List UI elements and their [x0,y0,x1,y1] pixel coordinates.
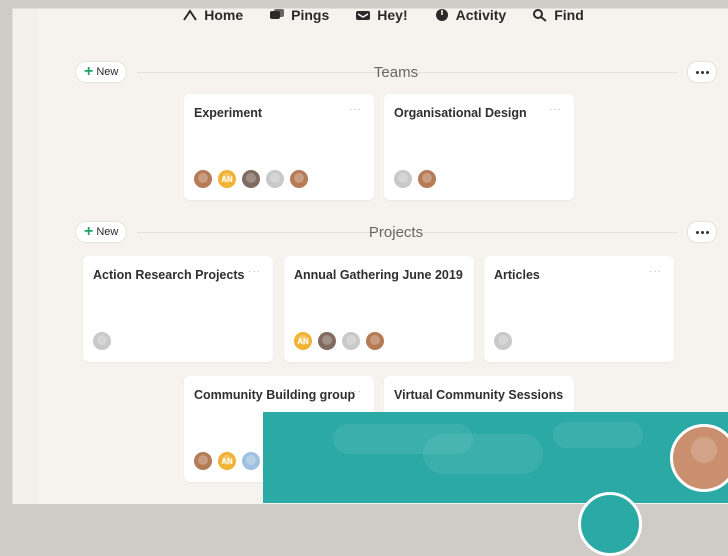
card-menu-icon[interactable]: ··· [248,266,261,277]
nav-hey[interactable]: Hey! [355,8,408,23]
map-shape [553,422,643,448]
avatar [494,332,512,350]
project-card-title: Articles [494,268,540,282]
presenter-avatar [670,424,728,492]
project-card-title: Action Research Projects [93,268,245,282]
avatar [194,170,212,188]
video-overlay [263,412,728,556]
team-card-title: Experiment [194,106,263,120]
project-card-annual-gathering[interactable]: Annual Gathering June 2019 ··· AN [284,256,474,362]
card-menu-icon[interactable]: ··· [349,386,362,397]
avatar [418,170,436,188]
projects-header: + New Projects [75,220,718,244]
teams-title: Teams [373,63,419,81]
project-card-title: Virtual Community Sessions [394,388,564,402]
nav-find-label: Find [554,8,584,23]
team-card-experiment[interactable]: Experiment ··· AN [184,94,374,200]
hey-icon [355,9,371,22]
avatar [342,332,360,350]
project-card-title: Community Building group [194,388,356,402]
team-avatars [394,170,436,188]
avatar [93,332,111,350]
nav-pings[interactable]: Pings [269,8,330,23]
teams-header: + New Teams [75,60,718,84]
avatar [290,170,308,188]
project-avatars [494,332,512,350]
avatar: AN [218,170,236,188]
avatar [242,452,260,470]
nav-pings-label: Pings [291,8,330,23]
card-menu-icon[interactable]: ··· [349,104,362,115]
avatar [366,332,384,350]
team-card-organisational-design[interactable]: Organisational Design ··· [384,94,574,200]
card-menu-icon[interactable]: ··· [549,386,562,397]
nav-find[interactable]: Find [532,8,584,23]
projects-title: Projects [368,223,424,241]
project-avatars [93,332,111,350]
avatar [242,170,260,188]
team-avatars: AN [194,170,308,188]
activity-icon [434,9,450,22]
avatar [318,332,336,350]
avatar [266,170,284,188]
home-icon [182,9,198,22]
nav-activity-label: Activity [455,8,507,23]
avatar [394,170,412,188]
project-card-articles[interactable]: Articles ··· [484,256,674,362]
team-card-title: Organisational Design [394,106,527,120]
find-icon [532,9,548,22]
nav-activity[interactable]: Activity [434,8,507,23]
overlay-circle [578,492,642,556]
project-card-action-research[interactable]: Action Research Projects ··· [83,256,273,362]
card-menu-icon[interactable]: ··· [449,266,462,277]
avatar: AN [294,332,312,350]
card-menu-icon[interactable]: ··· [549,104,562,115]
nav-home[interactable]: Home [182,8,244,23]
avatar [194,452,212,470]
map-shape [423,434,543,474]
card-menu-icon[interactable]: ··· [649,266,662,277]
nav-hey-label: Hey! [377,8,408,23]
pings-icon [269,9,285,22]
nav-home-label: Home [204,8,244,23]
avatar: AN [218,452,236,470]
project-avatars: AN [294,332,384,350]
project-card-title: Annual Gathering June 2019 [294,268,463,282]
top-nav: Home Pings Hey! Activity Find [37,8,728,30]
